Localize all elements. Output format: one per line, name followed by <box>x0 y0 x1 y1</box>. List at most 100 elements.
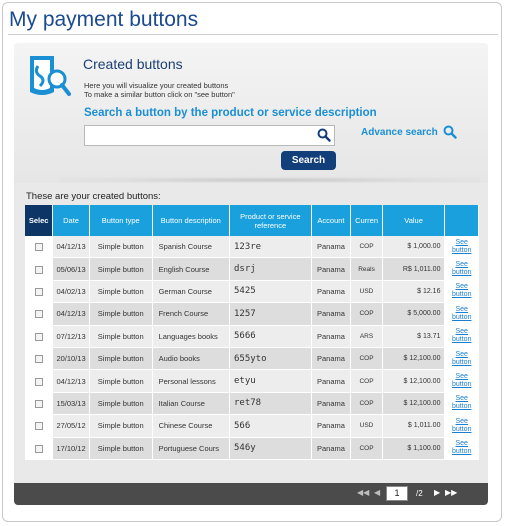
page-title: My payment buttons <box>9 8 199 31</box>
row-button-type: Simple button <box>89 236 153 259</box>
row-reference: 655yto <box>230 347 312 371</box>
row-account: Panama <box>311 325 352 348</box>
row-date: 04/12/13 <box>53 236 90 259</box>
row-reference: 123re <box>230 236 312 259</box>
see-button-link[interactable]: See button <box>445 392 479 416</box>
row-description: Languages books <box>152 325 230 348</box>
table-row: 27/05/12 Simple button Chinese Course 56… <box>25 415 479 438</box>
row-button-type: Simple button <box>89 325 153 348</box>
list-caption: These are your created buttons: <box>26 191 161 202</box>
row-reference: 546y <box>230 437 312 460</box>
section-divider <box>60 177 480 183</box>
pagination-bar: ◀◀ ◀ 1 /2 ▶ ▶▶ <box>14 483 488 505</box>
row-value: $ 13.71 <box>382 325 446 348</box>
row-button-type: Simple button <box>89 347 153 371</box>
row-checkbox[interactable] <box>34 422 43 431</box>
see-button-link[interactable]: See button <box>445 325 479 348</box>
search-input[interactable] <box>87 127 315 144</box>
advance-search-link[interactable]: Advance search <box>361 127 438 138</box>
row-value: $ 1,100.00 <box>382 437 446 460</box>
search-icon[interactable] <box>317 128 331 142</box>
row-date: 20/10/13 <box>53 347 90 371</box>
last-page-icon[interactable]: ▶▶ <box>445 488 457 497</box>
row-checkbox[interactable] <box>34 310 43 319</box>
row-currency: COP <box>351 347 383 371</box>
row-account: Panama <box>311 258 352 281</box>
row-checkbox[interactable] <box>34 377 43 386</box>
table-row: 07/12/13 Simple button Languages books 5… <box>25 325 479 348</box>
column-header-value: Value <box>382 205 446 236</box>
row-value: $ 12,100.00 <box>382 370 446 393</box>
search-document-icon <box>24 52 74 102</box>
row-date: 04/02/13 <box>53 280 90 304</box>
see-button-link[interactable]: See button <box>445 437 479 460</box>
search-field[interactable] <box>84 125 335 146</box>
row-value: $ 5,000.00 <box>382 303 446 326</box>
first-page-icon[interactable]: ◀◀ <box>357 488 369 497</box>
see-button-link[interactable]: See button <box>445 347 479 371</box>
row-checkbox[interactable] <box>34 287 43 296</box>
page-total: /2 <box>416 489 423 498</box>
row-reference: 1257 <box>230 303 312 326</box>
search-button[interactable]: Search <box>281 151 336 170</box>
row-date: 27/05/12 <box>53 415 90 438</box>
row-reference: ret78 <box>230 392 312 416</box>
row-description: Portuguese Cours <box>152 437 230 460</box>
row-checkbox[interactable] <box>34 444 43 453</box>
see-button-link[interactable]: See button <box>445 236 479 259</box>
column-header-action <box>445 205 479 236</box>
row-account: Panama <box>311 347 352 371</box>
see-button-link[interactable]: See button <box>445 370 479 393</box>
row-checkbox[interactable] <box>34 243 43 252</box>
row-value: $ 12,100.00 <box>382 347 446 371</box>
row-description: Italian Course <box>152 392 230 416</box>
row-button-type: Simple button <box>89 303 153 326</box>
row-reference: 566 <box>230 415 312 438</box>
row-value: $ 12,100.00 <box>382 392 446 416</box>
row-value: $ 1,000.00 <box>382 236 446 259</box>
row-description: Personal lessons <box>152 370 230 393</box>
see-button-link[interactable]: See button <box>445 280 479 304</box>
advance-search-icon[interactable] <box>443 125 457 139</box>
row-button-type: Simple button <box>89 437 153 460</box>
row-date: 17/10/12 <box>53 437 90 460</box>
column-header-date: Date <box>53 205 90 236</box>
row-currency: USD <box>351 415 383 438</box>
previous-page-icon[interactable]: ◀ <box>374 488 380 497</box>
next-page-icon[interactable]: ▶ <box>434 488 440 497</box>
see-button-link[interactable]: See button <box>445 303 479 326</box>
row-button-type: Simple button <box>89 258 153 281</box>
column-header-account: Account <box>311 205 352 236</box>
table-row: 05/06/13 Simple button English Course ds… <box>25 258 479 281</box>
row-currency: Reals <box>351 258 383 281</box>
table-row: 04/12/13 Simple button Personal lessons … <box>25 370 479 393</box>
row-checkbox[interactable] <box>34 332 43 341</box>
row-account: Panama <box>311 437 352 460</box>
row-account: Panama <box>311 370 352 393</box>
row-currency: ARS <box>351 325 383 348</box>
column-header-currency: Curren <box>351 205 383 236</box>
column-header-reference: Product or service reference <box>230 205 312 236</box>
column-header-select: Selec <box>25 205 54 236</box>
row-reference: 5425 <box>230 280 312 304</box>
see-button-link[interactable]: See button <box>445 258 479 281</box>
row-checkbox[interactable] <box>34 399 43 408</box>
row-account: Panama <box>311 392 352 416</box>
row-button-type: Simple button <box>89 280 153 304</box>
row-checkbox[interactable] <box>34 265 43 274</box>
see-button-link[interactable]: See button <box>445 415 479 438</box>
row-reference: dsrj <box>230 258 312 281</box>
buttons-table: Selec Date Button type Button descriptio… <box>25 205 479 460</box>
row-date: 07/12/13 <box>53 325 90 348</box>
row-date: 04/12/13 <box>53 370 90 393</box>
help-text: Here you will visualize your created but… <box>84 81 229 90</box>
row-account: Panama <box>311 280 352 304</box>
row-value: $ 1,011.00 <box>382 415 446 438</box>
row-checkbox[interactable] <box>34 355 43 364</box>
row-reference: 5666 <box>230 325 312 348</box>
row-button-type: Simple button <box>89 415 153 438</box>
row-value: $ 12.16 <box>382 280 446 304</box>
row-currency: COP <box>351 236 383 259</box>
row-description: Audio books <box>152 347 230 371</box>
page-number-input[interactable]: 1 <box>386 486 408 501</box>
